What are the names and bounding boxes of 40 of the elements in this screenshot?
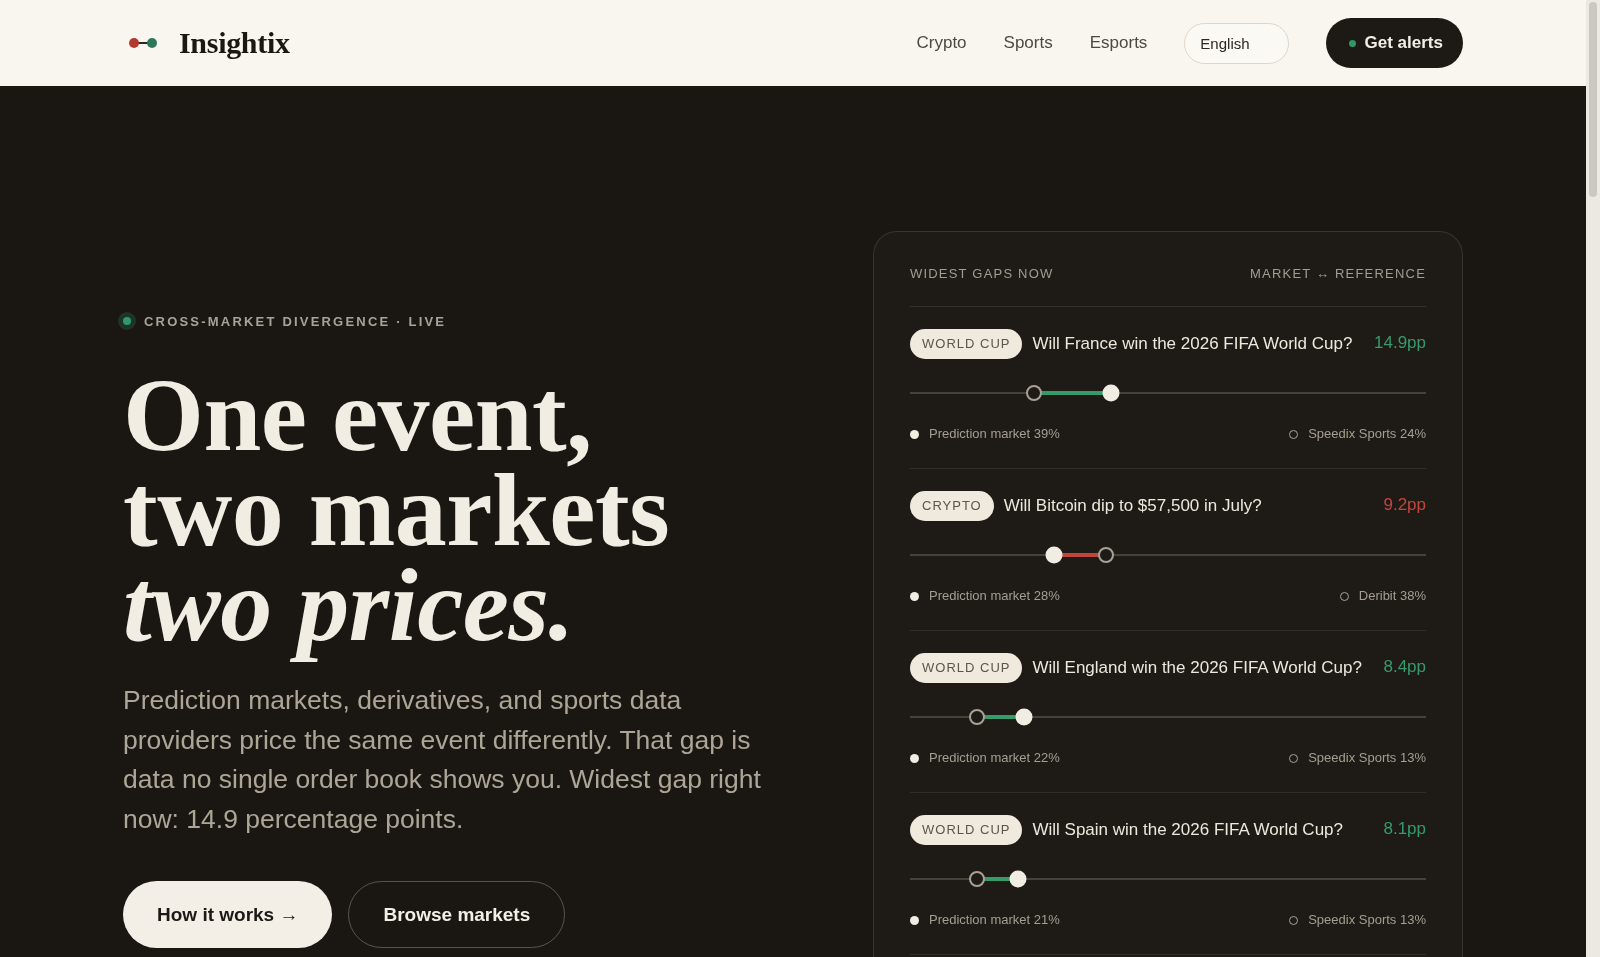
gap-value: 14.9pp xyxy=(1374,332,1426,354)
market-price: Prediction market 21% xyxy=(929,911,1060,929)
category-tag: WORLD CUP xyxy=(910,329,1023,359)
scrollbar-thumb[interactable] xyxy=(1589,2,1597,197)
hero-description: Prediction markets, derivatives, and sports data providers price the same event differently. That gap is data no single order book shows you. Widest gap right now: 14.9 percentage points. xyxy=(123,684,762,836)
gap-value: 8.1pp xyxy=(1383,818,1426,840)
logo-icon xyxy=(128,37,158,49)
category-tag: CRYPTO xyxy=(910,491,994,521)
reference-price: Deribit 38% xyxy=(1358,587,1426,605)
market-price: Prediction market 39% xyxy=(929,425,1060,443)
legend-dot-icon xyxy=(910,915,919,925)
primary-button[interactable]: How it works → xyxy=(123,881,333,948)
market-question: Will France win the 2026 FIFA World Cup? xyxy=(1032,333,1354,355)
nav-link[interactable]: Esports xyxy=(1089,33,1148,53)
status-dot-icon xyxy=(1348,39,1356,47)
nav-link[interactable]: Crypto xyxy=(916,33,967,53)
market-question: Will Bitcoin dip to $57,500 in July? xyxy=(1003,495,1263,517)
legend-dot-icon xyxy=(910,429,919,439)
gap-value: 8.4pp xyxy=(1383,656,1426,678)
nav-link[interactable]: Sports xyxy=(1003,33,1053,53)
brand-name[interactable]: Insightix xyxy=(179,26,290,60)
category-tag: WORLD CUP xyxy=(910,815,1023,845)
market-question: Will Spain win the 2026 FIFA World Cup? xyxy=(1032,819,1344,841)
legend-dot-icon xyxy=(910,753,919,763)
legend-dot-icon xyxy=(910,591,919,601)
eyebrow-text: CROSS-MARKET DIVERGENCE · LIVE xyxy=(144,313,447,329)
panel-title: WIDEST GAPS NOW xyxy=(910,265,1054,283)
market-question: Will England win the 2026 FIFA World Cup? xyxy=(1032,657,1363,679)
reference-price: Speedix Sports 13% xyxy=(1308,911,1426,929)
panel-legend-heading: MARKET ↔ REFERENCE xyxy=(1250,265,1426,283)
market-price: Prediction market 22% xyxy=(929,749,1060,767)
reference-price: Speedix Sports 24% xyxy=(1308,425,1426,443)
language-select[interactable]: English xyxy=(1184,22,1289,64)
gap-value: 9.2pp xyxy=(1383,494,1426,516)
live-dot-icon xyxy=(118,312,136,330)
headline: One event, two markets two prices. xyxy=(123,367,671,664)
get-alerts-button[interactable]: Get alerts xyxy=(1325,18,1463,68)
reference-price: Speedix Sports 13% xyxy=(1308,749,1426,767)
market-price: Prediction market 28% xyxy=(929,587,1060,605)
category-tag: WORLD CUP xyxy=(910,653,1023,683)
